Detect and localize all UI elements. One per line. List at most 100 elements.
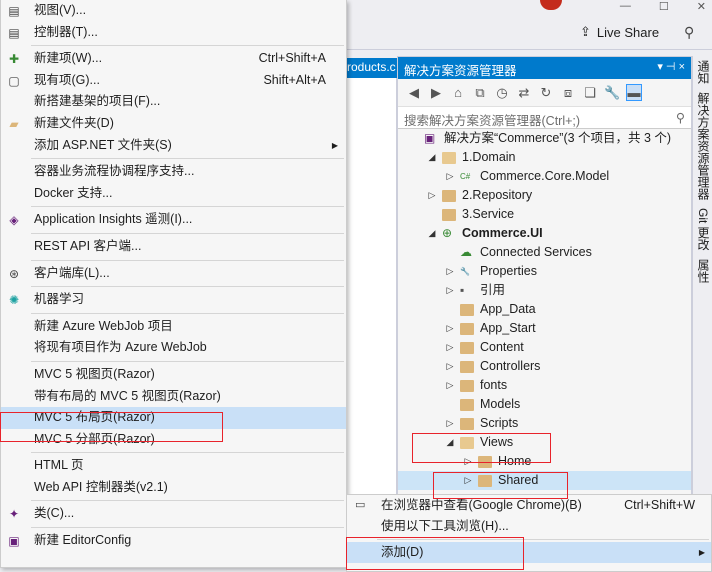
- menu-item[interactable]: 添加 ASP.NET 文件夹(S) ▶: [1, 135, 346, 157]
- tree-item-label: Scripts: [480, 416, 519, 430]
- collapsed-arrow-icon[interactable]: ▷: [444, 414, 456, 433]
- tree-item[interactable]: ▷ ▪ 引用: [398, 281, 691, 300]
- collapsed-arrow-icon[interactable]: ▷: [462, 471, 474, 490]
- menu-item[interactable]: HTML 页: [1, 455, 346, 477]
- minimize-icon[interactable]: —: [620, 0, 631, 13]
- pending-changes-icon[interactable]: ◷: [494, 85, 510, 101]
- preview-icon[interactable]: ▬: [626, 84, 642, 101]
- tree-item[interactable]: ▷ Scripts: [398, 414, 691, 433]
- menu-item-label: 新建 EditorConfig: [34, 533, 132, 548]
- tree-item[interactable]: App_Data: [398, 300, 691, 319]
- folder-icon: [478, 475, 492, 487]
- feedback-icon[interactable]: ⚲: [684, 24, 694, 41]
- show-all-files-icon[interactable]: ❏: [582, 85, 598, 101]
- refresh-icon[interactable]: ↻: [538, 85, 554, 101]
- live-share-button[interactable]: ⇪ Live Share: [580, 24, 659, 40]
- collapsed-arrow-icon[interactable]: ▷: [444, 319, 456, 338]
- menu-item[interactable]: 带有布局的 MVC 5 视图页(Razor): [1, 386, 346, 408]
- collapsed-arrow-icon[interactable]: ▷: [444, 376, 456, 395]
- vertical-tab[interactable]: Git 更改: [693, 204, 712, 255]
- live-share-label: Live Share: [596, 24, 660, 40]
- menu-item[interactable]: ▤ 视图(V)...: [1, 0, 346, 22]
- new-item-icon: ✚: [8, 52, 20, 67]
- vertical-tab[interactable]: 通知: [693, 56, 712, 88]
- menu-item[interactable]: ▤ 控制器(T)...: [1, 22, 346, 44]
- menu-item[interactable]: ▭ 在浏览器中查看(Google Chrome)(B) Ctrl+Shift+W: [347, 495, 711, 516]
- folder-context-menu: ▭ 在浏览器中查看(Google Chrome)(B) Ctrl+Shift+W 使用…: [346, 494, 712, 572]
- collapsed-arrow-icon[interactable]: ▷: [426, 186, 438, 205]
- menu-item[interactable]: 将现有项目作为 Azure WebJob: [1, 337, 346, 359]
- tree-item[interactable]: ▷ App_Start: [398, 319, 691, 338]
- menu-item-label: 客户端库(L)...: [34, 265, 110, 280]
- maximize-icon[interactable]: ☐: [659, 0, 669, 13]
- tree-item[interactable]: ▷ Shared: [398, 471, 691, 490]
- collapsed-arrow-icon[interactable]: ▷: [444, 262, 456, 281]
- user-avatar[interactable]: [540, 0, 562, 10]
- browser-icon: ▭: [355, 499, 366, 511]
- back-icon[interactable]: ◀: [406, 85, 422, 101]
- menu-item[interactable]: 使用以下工具浏览(H)...: [347, 516, 711, 537]
- menu-item[interactable]: ✦ 类(C)...: [1, 503, 346, 525]
- tree-item-label: Commerce.Core.Model: [480, 169, 610, 183]
- solution-explorer-title: 解决方案资源管理器: [404, 64, 517, 78]
- expanded-arrow-icon[interactable]: ◢: [426, 148, 438, 167]
- menu-item[interactable]: REST API 客户端...: [1, 236, 346, 258]
- tree-item[interactable]: ▷ 2.Repository: [398, 186, 691, 205]
- menu-item[interactable]: ▢ 现有项(G)... Shift+Alt+A: [1, 70, 346, 92]
- vertical-tab[interactable]: 解决方案资源管理器: [693, 88, 712, 204]
- home-icon[interactable]: ⌂: [450, 85, 466, 100]
- close-icon[interactable]: ✕: [697, 0, 706, 13]
- sync-icon[interactable]: ⇄: [516, 85, 532, 101]
- editor-tab[interactable]: roducts.c: [347, 58, 397, 78]
- expanded-arrow-icon[interactable]: ◢: [426, 224, 438, 243]
- menu-item[interactable]: Web API 控制器类(v2.1): [1, 477, 346, 499]
- tree-item-label: Content: [480, 340, 524, 354]
- search-input[interactable]: 搜索解决方案资源管理器(Ctrl+;): [404, 110, 580, 128]
- solution-explorer-search[interactable]: 搜索解决方案资源管理器(Ctrl+;) ⚲: [398, 107, 691, 129]
- vertical-tab[interactable]: 属性: [693, 255, 712, 287]
- tree-item[interactable]: ▷ Home: [398, 452, 691, 471]
- forward-icon[interactable]: ▶: [428, 85, 444, 101]
- menu-item[interactable]: 新建 Azure WebJob 项目: [1, 316, 346, 338]
- menu-item[interactable]: ⊛ 客户端库(L)...: [1, 263, 346, 285]
- tree-item[interactable]: ☁ Connected Services: [398, 243, 691, 262]
- menu-item[interactable]: MVC 5 分部页(Razor): [1, 429, 346, 451]
- expanded-arrow-icon[interactable]: ◢: [444, 433, 456, 452]
- tree-item[interactable]: ▷ 🔧 Properties: [398, 262, 691, 281]
- menu-item[interactable]: ▣ 新建 EditorConfig: [1, 530, 346, 552]
- menu-item[interactable]: 容器业务流程协调程序支持...: [1, 161, 346, 183]
- tree-item[interactable]: ▷ Content: [398, 338, 691, 357]
- tree-item[interactable]: 3.Service: [398, 205, 691, 224]
- collapsed-arrow-icon[interactable]: ▷: [444, 167, 456, 186]
- solution-explorer-title-bar[interactable]: 解决方案资源管理器 ▾ ⊣ ×: [398, 57, 691, 79]
- editor-area[interactable]: [347, 78, 397, 498]
- menu-item[interactable]: MVC 5 布局页(Razor): [1, 407, 346, 429]
- tree-item[interactable]: ▷ fonts: [398, 376, 691, 395]
- tree-item[interactable]: Models: [398, 395, 691, 414]
- tree-item[interactable]: ◢ Views: [398, 433, 691, 452]
- collapsed-arrow-icon[interactable]: ▷: [444, 338, 456, 357]
- tree-item[interactable]: ▷ C# Commerce.Core.Model: [398, 167, 691, 186]
- menu-item[interactable]: MVC 5 视图页(Razor): [1, 364, 346, 386]
- switch-views-icon[interactable]: ⧉: [472, 85, 488, 101]
- collapsed-arrow-icon[interactable]: ▷: [462, 452, 474, 471]
- menu-item[interactable]: Docker 支持...: [1, 183, 346, 205]
- menu-item[interactable]: ✚ 新建项(W)... Ctrl+Shift+A: [1, 48, 346, 70]
- collapsed-arrow-icon[interactable]: ▷: [444, 281, 456, 300]
- pane-controls[interactable]: ▾ ⊣ ×: [657, 60, 685, 76]
- menu-item[interactable]: ✺ 机器学习: [1, 289, 346, 311]
- tree-item[interactable]: ▣ 解决方案“Commerce”(3 个项目，共 3 个): [398, 129, 691, 148]
- tree-item[interactable]: ◢ 1.Domain: [398, 148, 691, 167]
- collapse-all-icon[interactable]: ⧈: [560, 85, 576, 101]
- submenu-arrow-icon: ▶: [698, 548, 705, 557]
- properties-icon[interactable]: 🔧: [604, 85, 620, 101]
- tree-item[interactable]: ◢ ⊕ Commerce.UI: [398, 224, 691, 243]
- menu-item[interactable]: ▰ 新建文件夹(D): [1, 113, 346, 135]
- menu-item[interactable]: 添加(D) ▶: [347, 542, 711, 563]
- collapsed-arrow-icon[interactable]: ▷: [444, 357, 456, 376]
- references-icon: ▪: [460, 283, 465, 297]
- tree-item-label: Commerce.UI: [462, 226, 543, 240]
- menu-item[interactable]: 新搭建基架的项目(F)...: [1, 91, 346, 113]
- menu-item[interactable]: ◈ Application Insights 遥测(I)...: [1, 209, 346, 231]
- tree-item[interactable]: ▷ Controllers: [398, 357, 691, 376]
